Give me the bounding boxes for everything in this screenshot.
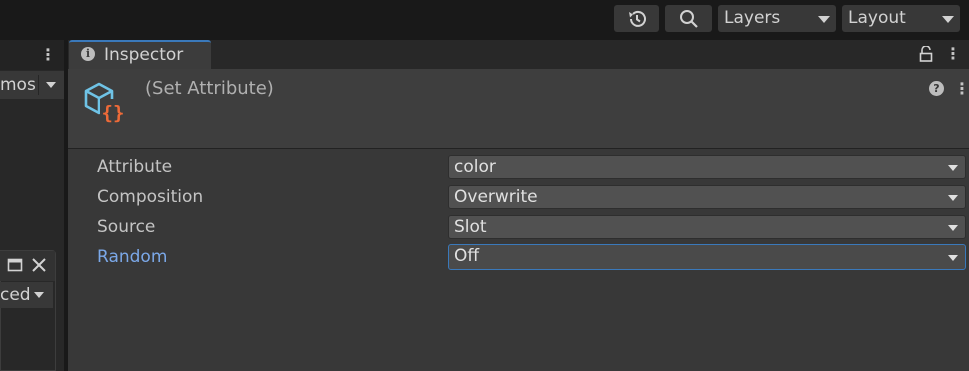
- composition-value: Overwrite: [454, 187, 538, 207]
- gizmos-dropdown-label: mos: [0, 75, 36, 95]
- info-icon: i: [81, 47, 95, 61]
- attribute-dropdown[interactable]: color: [448, 155, 966, 179]
- close-icon[interactable]: [31, 257, 47, 273]
- search-icon: [680, 10, 698, 28]
- component-menu-icon[interactable]: ⋮: [954, 79, 969, 99]
- chevron-down-icon: [46, 82, 56, 88]
- subpanel-dropdown-label: ced: [0, 285, 31, 305]
- inspector-menu-icon[interactable]: ⋮: [945, 45, 961, 63]
- maximize-icon[interactable]: [7, 257, 23, 273]
- chevron-down-icon: [948, 165, 958, 171]
- layers-label: Layers: [724, 8, 781, 28]
- history-button[interactable]: [614, 5, 659, 32]
- chevron-down-icon: [818, 16, 830, 23]
- random-label: Random: [97, 247, 168, 267]
- composition-label: Composition: [97, 187, 204, 207]
- attribute-value: color: [454, 157, 496, 177]
- search-button[interactable]: [665, 5, 712, 32]
- layers-dropdown[interactable]: Layers: [718, 5, 836, 32]
- lock-icon[interactable]: [919, 46, 933, 62]
- chevron-down-icon: [942, 16, 954, 23]
- chevron-down-icon: [34, 292, 44, 298]
- attribute-label: Attribute: [97, 157, 173, 177]
- chevron-down-icon: [948, 255, 958, 261]
- random-dropdown[interactable]: Off: [448, 244, 966, 270]
- help-icon[interactable]: ?: [929, 81, 944, 96]
- chevron-down-icon: [948, 195, 958, 201]
- composition-dropdown[interactable]: Overwrite: [448, 185, 966, 209]
- page-title: (Set Attribute): [145, 78, 274, 99]
- history-icon: [629, 10, 646, 27]
- layout-label: Layout: [848, 8, 906, 28]
- set-attribute-block-icon: {}: [84, 82, 126, 124]
- source-value: Slot: [454, 217, 487, 237]
- left-panel-menu-icon[interactable]: ⋮: [40, 44, 56, 66]
- random-value: Off: [454, 246, 480, 266]
- chevron-down-icon: [948, 225, 958, 231]
- inspector-tab-label: Inspector: [104, 45, 184, 65]
- layout-dropdown[interactable]: Layout: [842, 5, 960, 32]
- source-label: Source: [97, 217, 156, 237]
- source-dropdown[interactable]: Slot: [448, 215, 966, 239]
- svg-text:{}: {}: [102, 102, 125, 124]
